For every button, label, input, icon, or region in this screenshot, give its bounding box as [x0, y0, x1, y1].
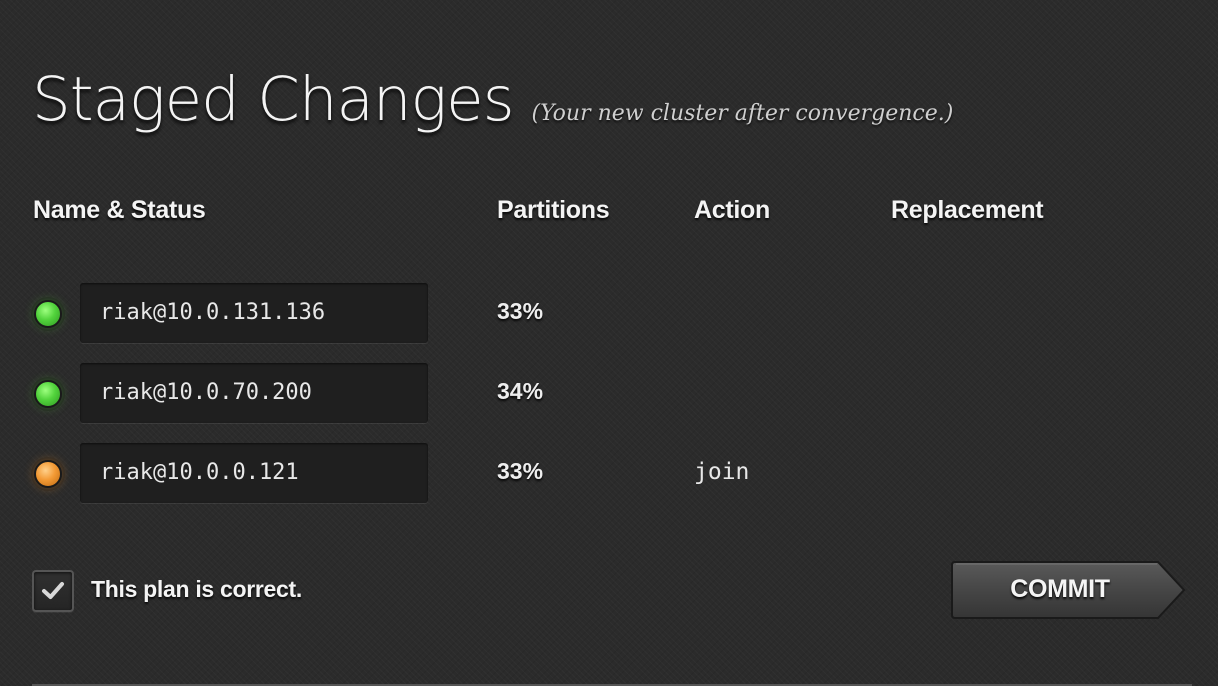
node-name: riak@10.0.70.200	[100, 380, 312, 405]
plan-correct-checkbox[interactable]	[32, 570, 74, 612]
commit-button[interactable]: COMMIT	[951, 561, 1187, 619]
column-header-action: Action	[694, 196, 770, 224]
node-name: riak@10.0.131.136	[100, 300, 326, 325]
status-indicator-icon	[34, 380, 62, 408]
status-indicator-icon	[34, 300, 62, 328]
node-name-field: riak@10.0.70.200	[80, 363, 428, 423]
node-name-field: riak@10.0.0.121	[80, 443, 428, 503]
checkmark-icon	[42, 582, 64, 599]
node-row: riak@10.0.70.200 34%	[0, 363, 1218, 425]
page-subtitle: (Your new cluster after convergence.)	[531, 101, 954, 126]
node-row: riak@10.0.0.121 33% join	[0, 443, 1218, 505]
column-header-replacement: Replacement	[891, 196, 1044, 224]
partition-percentage: 34%	[497, 378, 544, 404]
node-action: join	[694, 459, 750, 485]
partition-percentage: 33%	[497, 458, 544, 484]
page-title: Staged Changes (Your new cluster after c…	[32, 64, 953, 144]
commit-button-label: COMMIT	[1010, 574, 1110, 603]
node-name: riak@10.0.0.121	[100, 460, 299, 485]
node-name-field: riak@10.0.131.136	[80, 283, 428, 343]
column-header-name-status: Name & Status	[33, 196, 206, 224]
status-indicator-icon	[34, 460, 62, 488]
partition-percentage: 33%	[497, 298, 544, 324]
column-header-partitions: Partitions	[497, 196, 610, 224]
plan-correct-label: This plan is correct.	[91, 576, 302, 602]
page-title-text: Staged Changes	[32, 64, 514, 135]
node-row: riak@10.0.131.136 33%	[0, 283, 1218, 345]
